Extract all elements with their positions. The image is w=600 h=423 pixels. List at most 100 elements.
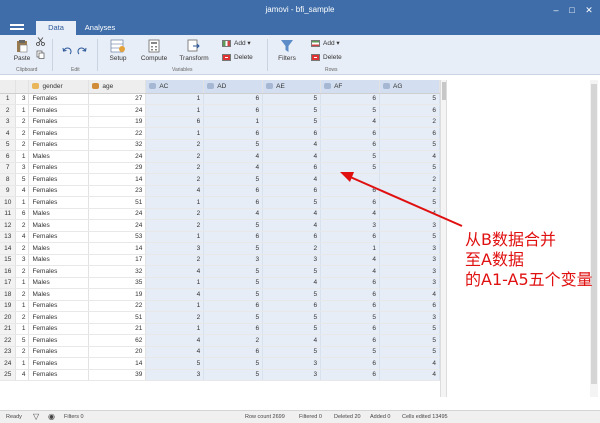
cell-age[interactable]: 19 [88, 116, 147, 128]
filter-cell[interactable]: 2 [15, 127, 30, 140]
cell-ae[interactable]: 5 [262, 196, 322, 209]
filter-cell[interactable]: 2 [15, 346, 30, 358]
filter-cell[interactable]: 2 [15, 288, 30, 301]
row-number[interactable]: 25 [0, 369, 17, 381]
paste-button[interactable]: Paste [10, 39, 34, 62]
cell-age[interactable]: 51 [88, 311, 147, 324]
cell-af[interactable]: 4 [320, 265, 380, 278]
cell-ae[interactable]: 6 [262, 185, 322, 197]
cell-gender[interactable]: Females [28, 162, 90, 174]
cell-gender[interactable]: Females [28, 93, 90, 105]
cell-ae[interactable]: 4 [262, 334, 322, 347]
cell-gender[interactable]: Females [28, 231, 90, 243]
table-row[interactable]: 20 2 Females 51 2 5 5 5 3 [0, 311, 440, 324]
cell-ac[interactable]: 6 [145, 116, 205, 128]
cell-ad[interactable]: 5 [203, 139, 264, 151]
filter-column-header[interactable] [15, 80, 30, 94]
cell-ad[interactable]: 6 [203, 93, 264, 105]
cell-ag[interactable]: 4 [379, 357, 440, 370]
cell-ae[interactable]: 5 [262, 311, 322, 324]
filter-cell[interactable]: 5 [15, 173, 30, 186]
cell-age[interactable]: 14 [88, 242, 147, 255]
cut-button[interactable] [35, 37, 45, 48]
cell-af[interactable]: 6 [320, 139, 380, 151]
cell-ae[interactable]: 3 [262, 369, 322, 381]
cell-gender[interactable]: Females [28, 116, 90, 128]
cell-ag[interactable]: 5 [379, 162, 440, 174]
table-row[interactable]: 8 5 Females 14 2 5 4 2 [0, 173, 440, 186]
cell-ag[interactable]: 4 [379, 208, 440, 220]
table-row[interactable]: 9 4 Females 23 4 6 6 6 2 [0, 185, 440, 197]
cell-ad[interactable]: 6 [203, 196, 264, 209]
cell-af[interactable]: 6 [320, 231, 380, 243]
tab-analyses[interactable]: Analyses [80, 21, 120, 35]
filter-cell[interactable]: 5 [15, 334, 30, 347]
cell-af[interactable]: 5 [320, 162, 380, 174]
cell-age[interactable]: 51 [88, 196, 147, 209]
cell-gender[interactable]: Females [28, 346, 90, 358]
cell-gender[interactable]: Females [28, 185, 90, 197]
row-number[interactable]: 9 [0, 185, 17, 197]
maximize-icon[interactable]: □ [565, 3, 579, 17]
cell-ae[interactable]: 5 [262, 346, 322, 358]
cell-ag[interactable]: 3 [379, 254, 440, 266]
cell-ad[interactable]: 6 [203, 231, 264, 243]
cell-ac[interactable]: 1 [145, 104, 205, 117]
cell-ag[interactable]: 4 [379, 150, 440, 163]
filter-cell[interactable]: 2 [15, 311, 30, 324]
filter-cell[interactable]: 1 [15, 357, 30, 370]
visibility-eye-icon[interactable]: ◉ [48, 412, 55, 421]
cell-gender[interactable]: Females [28, 300, 90, 312]
cell-age[interactable]: 20 [88, 346, 147, 358]
cell-ac[interactable]: 2 [145, 150, 205, 163]
cell-ac[interactable]: 1 [145, 231, 205, 243]
cell-ae[interactable]: 5 [262, 323, 322, 335]
cell-ag[interactable]: 5 [379, 346, 440, 358]
table-row[interactable]: 21 1 Females 21 1 6 5 6 5 [0, 323, 440, 335]
filter-cell[interactable]: 2 [15, 219, 30, 232]
row-number[interactable]: 8 [0, 173, 17, 186]
cell-af[interactable]: 6 [320, 334, 380, 347]
cell-age[interactable]: 22 [88, 300, 147, 312]
cell-ag[interactable]: 5 [379, 231, 440, 243]
cell-ac[interactable]: 3 [145, 369, 205, 381]
cell-ad[interactable]: 5 [203, 265, 264, 278]
cell-ad[interactable]: 6 [203, 185, 264, 197]
cell-gender[interactable]: Females [28, 127, 90, 140]
cell-af[interactable]: 6 [320, 369, 380, 381]
cell-ae[interactable]: 5 [262, 288, 322, 301]
row-number[interactable]: 6 [0, 150, 17, 163]
cell-af[interactable] [320, 173, 380, 186]
cell-ad[interactable]: 4 [203, 162, 264, 174]
cell-age[interactable]: 35 [88, 277, 147, 289]
cell-gender[interactable]: Females [28, 173, 90, 186]
cell-gender[interactable]: Females [28, 196, 90, 209]
cell-af[interactable]: 6 [320, 93, 380, 105]
column-header-ac[interactable]: AC [145, 80, 205, 94]
cell-ad[interactable]: 2 [203, 334, 264, 347]
cell-age[interactable]: 24 [88, 150, 147, 163]
cell-ae[interactable]: 5 [262, 93, 322, 105]
row-number[interactable]: 22 [0, 334, 17, 347]
cell-ad[interactable]: 5 [203, 173, 264, 186]
cell-ad[interactable]: 6 [203, 127, 264, 140]
table-row[interactable]: 15 3 Males 17 2 3 3 4 3 [0, 254, 440, 266]
table-row[interactable]: 6 1 Males 24 2 4 4 5 4 [0, 150, 440, 163]
cell-ae[interactable]: 6 [262, 127, 322, 140]
cell-ag[interactable]: 6 [379, 127, 440, 140]
row-number[interactable]: 16 [0, 265, 17, 278]
row-number[interactable]: 12 [0, 219, 17, 232]
cell-af[interactable]: 4 [320, 254, 380, 266]
cell-ac[interactable]: 3 [145, 242, 205, 255]
cell-ad[interactable]: 6 [203, 323, 264, 335]
filter-toggle-icon[interactable]: ▽ [33, 412, 39, 421]
cell-ag[interactable]: 5 [379, 323, 440, 335]
table-row[interactable]: 3 2 Females 19 6 1 5 4 2 [0, 116, 440, 128]
close-icon[interactable]: ✕ [582, 3, 596, 17]
filter-cell[interactable]: 2 [15, 242, 30, 255]
cell-ad[interactable]: 5 [203, 311, 264, 324]
cell-ae[interactable]: 4 [262, 208, 322, 220]
cell-ae[interactable]: 4 [262, 150, 322, 163]
cell-ac[interactable]: 2 [145, 173, 205, 186]
tab-data[interactable]: Data [36, 21, 76, 35]
